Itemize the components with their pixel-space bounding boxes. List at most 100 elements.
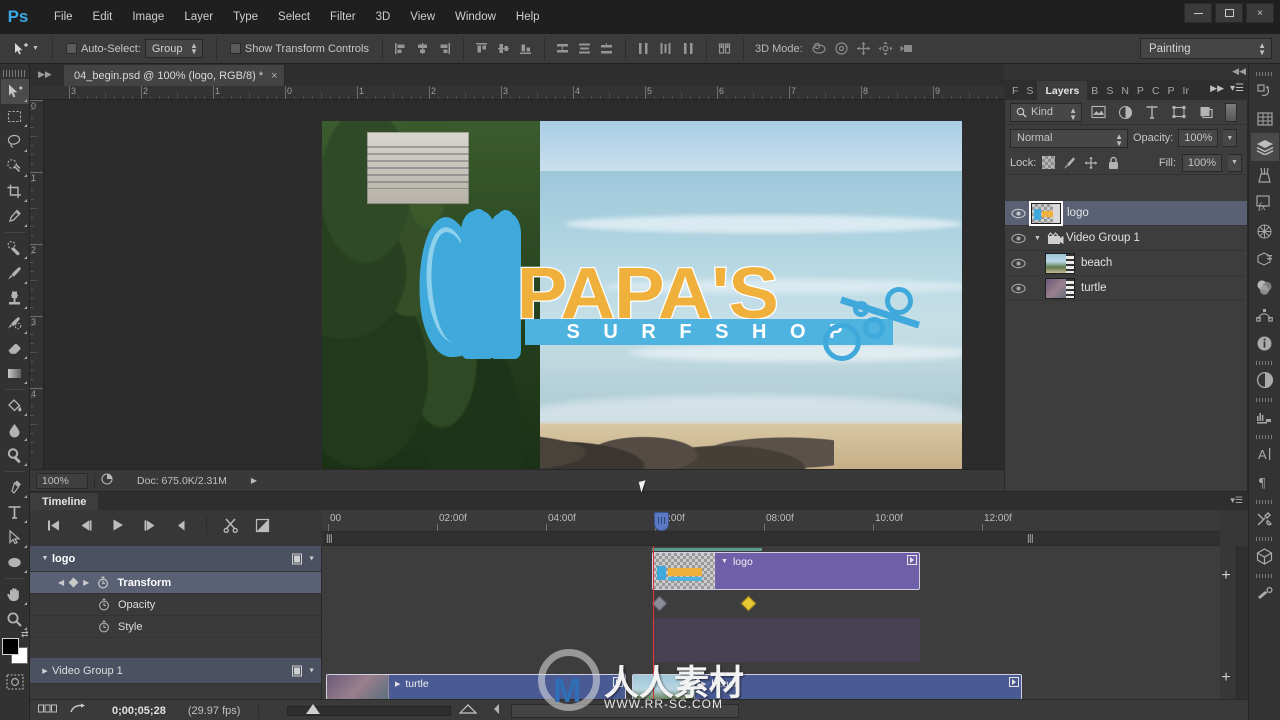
track-header-video-group-1[interactable]: ▶ Video Group 1 ▼ xyxy=(30,658,321,684)
rail-grip[interactable] xyxy=(1255,398,1274,402)
collapse-icon[interactable]: ▶▶ xyxy=(38,69,52,80)
tab-paths[interactable]: P xyxy=(1133,81,1148,100)
tab-timeline[interactable]: Timeline xyxy=(30,493,99,510)
layer-thumbnail[interactable] xyxy=(1045,277,1075,299)
collapse-dock-icon[interactable]: ◀◀ xyxy=(1232,66,1246,77)
rail-grip[interactable] xyxy=(1255,435,1274,439)
clip-transition-handle[interactable] xyxy=(1009,677,1019,687)
layer-thumbnail[interactable] xyxy=(1045,252,1075,274)
layer-visibility-icon[interactable] xyxy=(1005,201,1031,226)
rail-grip[interactable] xyxy=(1255,361,1274,365)
auto-align-layers-button[interactable] xyxy=(714,38,736,60)
mini-bridge-panel-icon[interactable] xyxy=(1251,105,1279,133)
tool-presets-panel-icon[interactable] xyxy=(1251,505,1279,533)
layer-row-logo[interactable]: logo xyxy=(1005,200,1247,226)
stopwatch-icon[interactable] xyxy=(96,620,112,633)
properties-panel-icon[interactable] xyxy=(1251,245,1279,273)
menu-view[interactable]: View xyxy=(400,8,445,26)
timeline-row-style[interactable] xyxy=(652,640,920,662)
track-opacity[interactable]: Opacity xyxy=(30,594,321,616)
menu-filter[interactable]: Filter xyxy=(320,8,366,26)
tab-channels[interactable]: C xyxy=(1148,81,1164,100)
layer-visibility-icon[interactable] xyxy=(1005,251,1031,276)
close-button[interactable]: × xyxy=(1246,3,1274,23)
camera-3d-button[interactable] xyxy=(897,38,919,60)
measurement-panel-icon[interactable] xyxy=(1251,579,1279,607)
auto-select-scope-dropdown[interactable]: Group ▲ ▼ xyxy=(144,39,203,58)
timeline-row-opacity[interactable] xyxy=(652,618,920,640)
maximize-button[interactable] xyxy=(1215,3,1243,23)
paint-bucket-tool[interactable] xyxy=(1,393,29,418)
previous-frame-button[interactable] xyxy=(70,513,102,537)
stopwatch-icon[interactable] xyxy=(96,598,112,611)
zoom-in-icon[interactable] xyxy=(458,704,478,717)
blend-mode-dropdown[interactable]: Normal ▲ ▼ xyxy=(1010,128,1128,148)
clip-transition-handle[interactable] xyxy=(907,555,917,565)
lock-all-icon[interactable] xyxy=(1105,155,1121,171)
rail-grip[interactable] xyxy=(1255,537,1274,541)
brush-tool[interactable] xyxy=(1,261,29,286)
panel-menu-icon[interactable]: ▾☰ xyxy=(1230,83,1244,94)
fill-input[interactable]: 100% xyxy=(1182,153,1222,172)
add-keyframe-icon[interactable] xyxy=(68,577,79,588)
paragraph-panel-icon[interactable]: ¶ xyxy=(1251,468,1279,496)
playhead-line[interactable] xyxy=(653,546,654,720)
keyframe-marker[interactable] xyxy=(740,595,757,612)
lasso-tool[interactable] xyxy=(1,129,29,154)
history-panel-icon[interactable] xyxy=(1251,77,1279,105)
rail-grip[interactable] xyxy=(1255,574,1274,578)
timeline-horizontal-scrollbar[interactable] xyxy=(511,703,740,718)
filter-adjustment-icon[interactable] xyxy=(1114,102,1136,122)
clip-disclosure-icon[interactable]: ▶ xyxy=(395,680,400,688)
filter-type-icon[interactable] xyxy=(1141,102,1163,122)
range-handle-left[interactable] xyxy=(325,533,333,544)
menu-edit[interactable]: Edit xyxy=(83,8,123,26)
align-left-edges-button[interactable] xyxy=(390,38,412,60)
layers-panel-icon[interactable] xyxy=(1250,133,1279,161)
track-header-logo[interactable]: ▼ logo ▼ xyxy=(30,546,321,572)
range-handle-right[interactable] xyxy=(1026,533,1034,544)
layer-styles-panel-icon[interactable]: fx xyxy=(1251,189,1279,217)
color-swatches[interactable]: ⇄ xyxy=(1,629,29,664)
adjustments-panel-icon[interactable] xyxy=(1251,366,1279,394)
document-tab[interactable]: 04_begin.psd @ 100% (logo, RGB/8) * × xyxy=(64,65,285,86)
clip-disclosure-icon[interactable]: ▼ xyxy=(721,558,728,565)
hand-tool[interactable] xyxy=(1,582,29,607)
next-keyframe-icon[interactable]: ▶ xyxy=(83,578,89,587)
paths-panel-icon[interactable] xyxy=(1251,301,1279,329)
align-right-edges-button[interactable] xyxy=(434,38,456,60)
distribute-right-edges-button[interactable] xyxy=(677,38,699,60)
vertical-ruler[interactable]: 01234 xyxy=(30,100,44,469)
clip-transition-handle[interactable] xyxy=(613,677,623,687)
tab-brush[interactable]: B xyxy=(1087,81,1102,100)
clone-stamp-tool[interactable] xyxy=(1,286,29,311)
menu-window[interactable]: Window xyxy=(445,8,506,26)
stopwatch-icon[interactable] xyxy=(95,576,111,589)
timeline-zoom-slider[interactable] xyxy=(287,703,452,716)
align-top-edges-button[interactable] xyxy=(471,38,493,60)
quick-mask-button[interactable] xyxy=(5,674,24,693)
path-selection-tool[interactable] xyxy=(1,525,29,550)
quick-selection-tool[interactable] xyxy=(1,154,29,179)
filter-smartobject-icon[interactable] xyxy=(1195,102,1217,122)
spot-healing-brush-tool[interactable] xyxy=(1,236,29,261)
distribute-horizontal-centers-button[interactable] xyxy=(655,38,677,60)
go-to-first-frame-button[interactable] xyxy=(38,513,70,537)
render-video-icon[interactable] xyxy=(70,703,86,718)
tab-styles[interactable]: S xyxy=(1102,81,1117,100)
swap-colors-icon[interactable]: ⇄ xyxy=(21,629,29,640)
timeline-tracks-area[interactable]: ▼ logo ▶ turtle ▶ beach xyxy=(322,546,1220,720)
opacity-dropdown-arrow[interactable]: ▼ xyxy=(1223,129,1238,147)
filter-kind-dropdown[interactable]: Kind ▲ ▼ xyxy=(1010,102,1082,122)
histogram-panel-icon[interactable] xyxy=(1251,403,1279,431)
current-timecode[interactable]: 0;00;05;28 xyxy=(112,705,166,717)
gradient-tool[interactable] xyxy=(1,361,29,386)
track-transform[interactable]: ◀ ▶ Transform xyxy=(30,572,321,594)
distribute-top-edges-button[interactable] xyxy=(552,38,574,60)
foreground-color-swatch[interactable] xyxy=(1,638,19,655)
menu-image[interactable]: Image xyxy=(122,8,174,26)
status-preview-icon[interactable] xyxy=(101,473,113,488)
status-expand-icon[interactable]: ▶ xyxy=(251,476,257,485)
opacity-input[interactable]: 100% xyxy=(1178,129,1219,147)
track-options[interactable]: ▼ xyxy=(292,553,315,564)
